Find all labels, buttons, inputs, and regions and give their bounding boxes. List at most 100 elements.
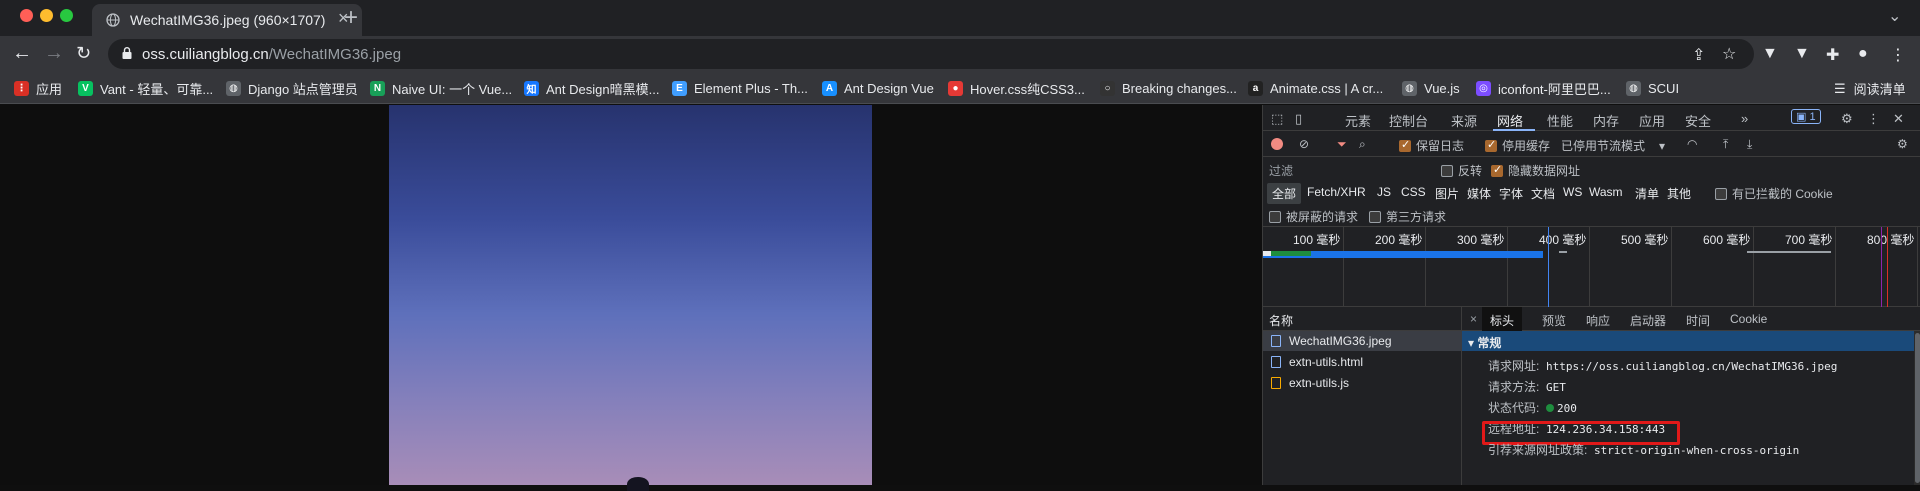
request-row[interactable]: extn-utils.html <box>1263 352 1462 372</box>
type-js[interactable]: JS <box>1377 185 1391 199</box>
browser-menu-icon[interactable]: ⋮ <box>1890 45 1906 65</box>
disable-cache-checkbox[interactable]: 停用缓存 <box>1485 137 1550 154</box>
tab-cookies[interactable]: Cookie <box>1730 312 1767 326</box>
bookmark-animate-css[interactable]: a Animate.css | A cr... <box>1248 79 1383 97</box>
tab-elements[interactable]: 元素 <box>1345 111 1371 130</box>
hover-css-icon: ● <box>948 80 963 96</box>
preserve-log-checkbox[interactable]: 保留日志 <box>1399 137 1464 154</box>
bookmark-hover-css[interactable]: ● Hover.css纯CSS3... <box>948 79 1085 97</box>
close-window-button[interactable] <box>20 9 33 22</box>
scrollbar-thumb[interactable] <box>1915 333 1920 483</box>
timeline-gridline <box>1589 227 1590 307</box>
detail-scrollbar[interactable] <box>1914 331 1920 485</box>
checkbox-unchecked-icon <box>1269 210 1281 223</box>
type-manifest[interactable]: 清单 <box>1635 185 1659 202</box>
issues-badge[interactable]: ▣ 1 <box>1791 109 1821 124</box>
bookmark-scui[interactable]: ◍ SCUI <box>1626 79 1679 97</box>
search-icon[interactable]: ⌕ <box>1359 137 1366 152</box>
tab-network[interactable]: 网络 <box>1497 111 1523 130</box>
type-doc[interactable]: 文档 <box>1531 185 1555 202</box>
record-icon[interactable] <box>1271 138 1283 150</box>
name-column-header[interactable]: 名称 <box>1263 307 1462 331</box>
tab-console[interactable]: 控制台 <box>1389 111 1428 130</box>
clear-icon[interactable]: ⊘ <box>1299 137 1309 151</box>
tab-headers[interactable]: 标头 <box>1482 307 1523 331</box>
type-other[interactable]: 其他 <box>1667 185 1691 202</box>
network-conditions-icon[interactable]: ◠ <box>1687 137 1697 151</box>
network-settings-gear-icon[interactable]: ⚙ <box>1897 137 1908 151</box>
invert-label: 反转 <box>1458 164 1483 178</box>
filter-input[interactable]: 过滤 <box>1269 162 1429 179</box>
general-section-header[interactable]: ▾ 常规 <box>1462 331 1914 351</box>
zoom-window-button[interactable] <box>60 9 73 22</box>
request-list: 名称 WechatIMG36.jpeg extn-utils.html extn… <box>1263 307 1462 485</box>
profile-avatar-icon[interactable]: ● <box>1858 45 1868 63</box>
request-row[interactable]: extn-utils.js <box>1263 373 1462 393</box>
extensions-puzzle-icon[interactable]: ✚ <box>1826 45 1839 65</box>
bookmark-label: Naive UI: 一个 Vue... <box>392 81 513 97</box>
filter-funnel-icon[interactable]: ⏷ <box>1337 137 1347 152</box>
devtools-close-icon[interactable]: ✕ <box>1893 111 1904 127</box>
new-tab-button[interactable]: + <box>344 4 358 32</box>
tab-security[interactable]: 安全 <box>1685 111 1711 130</box>
tab-performance[interactable]: 性能 <box>1547 111 1573 130</box>
tab-initiator[interactable]: 启动器 <box>1630 312 1666 329</box>
bookmark-element-plus[interactable]: E Element Plus - Th... <box>672 79 808 97</box>
address-bar[interactable]: oss.cuiliangblog.cn/WechatIMG36.jpeg ⇪ ☆ <box>108 39 1754 69</box>
type-all[interactable]: 全部 <box>1267 183 1302 204</box>
hide-data-urls-checkbox[interactable]: 隐藏数据网址 <box>1491 162 1580 179</box>
extension-v2-icon[interactable]: ▼ <box>1794 45 1810 63</box>
browser-tab[interactable]: WechatIMG36.jpeg (960×1707) × <box>92 4 362 36</box>
tab-preview[interactable]: 预览 <box>1542 312 1566 329</box>
throttling-select[interactable]: 已停用节流模式 ▾ <box>1561 137 1665 154</box>
bookmark-label: Hover.css纯CSS3... <box>970 81 1085 97</box>
reload-icon[interactable]: ↻ <box>76 43 91 64</box>
tab-timing[interactable]: 时间 <box>1686 312 1710 329</box>
forward-icon[interactable]: → <box>44 42 64 65</box>
share-icon[interactable]: ⇪ <box>1692 45 1705 65</box>
inspect-element-icon[interactable]: ⬚ <box>1271 111 1283 127</box>
type-media[interactable]: 媒体 <box>1467 185 1491 202</box>
third-party-checkbox[interactable]: 第三方请求 <box>1369 208 1446 225</box>
tab-search-chevron-icon[interactable]: ⌄ <box>1888 6 1901 26</box>
invert-checkbox[interactable]: 反转 <box>1441 162 1482 179</box>
bookmark-apps[interactable]: ⋮ 应用 <box>14 79 62 97</box>
type-ws[interactable]: WS <box>1563 185 1582 199</box>
bookmark-ant-design-dark[interactable]: 知 Ant Design暗黑模... <box>524 79 659 97</box>
extension-v-icon[interactable]: ▼ <box>1762 45 1778 63</box>
type-img[interactable]: 图片 <box>1435 185 1459 202</box>
devtools-settings-gear-icon[interactable]: ⚙ <box>1841 111 1853 127</box>
bookmarks-bar: ⋮ 应用 V Vant - 轻量、可靠... ◍ Django 站点管理员 N Naiv… <box>0 72 1920 104</box>
bookmark-django[interactable]: ◍ Django 站点管理员 <box>226 79 358 97</box>
tab-application[interactable]: 应用 <box>1639 111 1665 130</box>
device-toolbar-icon[interactable]: ▯ <box>1295 111 1302 127</box>
bookmark-star-icon[interactable]: ☆ <box>1722 44 1736 64</box>
reading-list-button[interactable]: ☰ 阅读清单 <box>1834 79 1906 98</box>
import-har-icon[interactable]: ⤒ <box>1723 137 1728 152</box>
bookmark-iconfont[interactable]: ◎ iconfont-阿里巴巴... <box>1476 79 1611 97</box>
bookmark-naive-ui[interactable]: N Naive UI: 一个 Vue... <box>370 79 512 97</box>
type-font[interactable]: 字体 <box>1499 185 1523 202</box>
tab-response[interactable]: 响应 <box>1586 312 1610 329</box>
devtools-menu-icon[interactable]: ⋮ <box>1867 111 1880 127</box>
back-icon[interactable]: ← <box>12 42 32 65</box>
bookmark-ant-design-vue[interactable]: A Ant Design Vue <box>822 79 934 97</box>
referrer-policy-value: strict-origin-when-cross-origin <box>1593 444 1800 457</box>
network-overview-timeline[interactable]: 100 毫秒 200 毫秒 300 毫秒 400 毫秒 500 毫秒 600 毫… <box>1263 227 1920 307</box>
minimize-window-button[interactable] <box>40 9 53 22</box>
blocked-cookies-checkbox[interactable]: 有已拦截的 Cookie <box>1715 185 1833 202</box>
bookmark-vant[interactable]: V Vant - 轻量、可靠... <box>78 79 213 97</box>
blocked-requests-checkbox[interactable]: 被屏蔽的请求 <box>1269 208 1358 225</box>
type-fetch-xhr[interactable]: Fetch/XHR <box>1307 185 1366 199</box>
bookmark-breaking-changes[interactable]: ○ Breaking changes... <box>1100 79 1237 97</box>
more-tabs-icon[interactable]: » <box>1741 111 1748 126</box>
tab-memory[interactable]: 内存 <box>1593 111 1619 130</box>
type-css[interactable]: CSS <box>1401 185 1426 199</box>
type-wasm[interactable]: Wasm <box>1589 185 1623 199</box>
close-detail-icon[interactable]: × <box>1470 312 1477 326</box>
request-row[interactable]: WechatIMG36.jpeg <box>1263 331 1462 351</box>
export-har-icon[interactable]: ⤓ <box>1747 137 1752 152</box>
bookmark-vuejs[interactable]: ◍ Vue.js <box>1402 79 1460 97</box>
tab-sources[interactable]: 来源 <box>1451 111 1477 130</box>
vant-icon: V <box>78 80 93 96</box>
